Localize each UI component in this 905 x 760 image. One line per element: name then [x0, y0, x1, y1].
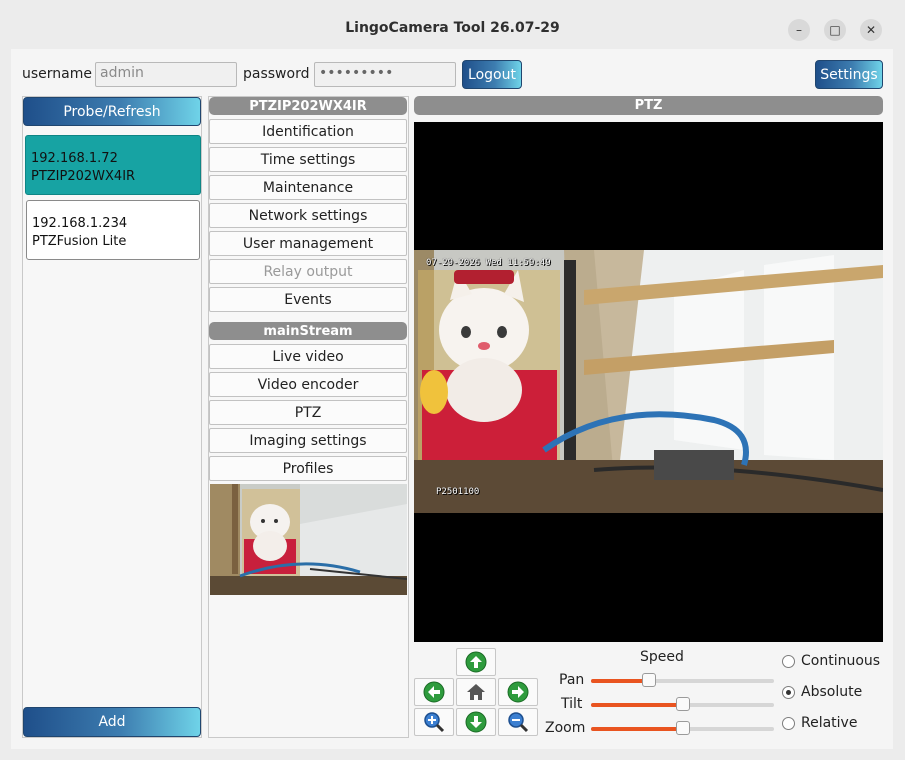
device-model: PTZFusion Lite — [32, 234, 127, 249]
left-arrow-icon — [423, 681, 445, 703]
zoom-out-button[interactable] — [498, 708, 538, 736]
logout-button[interactable]: Logout — [462, 60, 522, 89]
device-ip: 192.168.1.72 — [31, 151, 118, 166]
menu-maintenance[interactable]: Maintenance — [209, 175, 407, 200]
password-field[interactable]: ••••••••• — [314, 62, 456, 87]
tilt-down-button[interactable] — [456, 708, 496, 736]
zoom-in-icon — [424, 712, 445, 733]
mode-absolute-radio[interactable] — [782, 686, 795, 699]
title-bar: LingoCamera Tool 26.07-29 – □ ✕ — [0, 0, 905, 48]
pan-right-button[interactable] — [498, 678, 538, 706]
thumbnail-scene — [210, 484, 407, 595]
speed-label: Speed — [640, 649, 684, 665]
zoom-label: Zoom — [545, 720, 586, 736]
menu-time-settings[interactable]: Time settings — [209, 147, 407, 172]
zoom-out-icon — [508, 712, 529, 733]
menu-relay-output: Relay output — [209, 259, 407, 284]
down-arrow-icon — [465, 711, 487, 733]
menu-network-settings[interactable]: Network settings — [209, 203, 407, 228]
mode-absolute-label[interactable]: Absolute — [801, 684, 862, 700]
zoom-speed-slider[interactable] — [591, 721, 774, 735]
tilt-up-button[interactable] — [456, 648, 496, 676]
menu-video-encoder[interactable]: Video encoder — [209, 372, 407, 397]
zoom-slider-fill — [591, 727, 683, 731]
camera-scene — [414, 250, 883, 513]
home-button[interactable] — [456, 678, 496, 706]
settings-button[interactable]: Settings — [815, 60, 883, 89]
username-field[interactable]: admin — [95, 62, 237, 87]
probe-refresh-button[interactable]: Probe/Refresh — [23, 97, 201, 126]
password-label: password — [243, 66, 310, 82]
up-arrow-icon — [465, 651, 487, 673]
add-device-button[interactable]: Add — [23, 707, 201, 737]
tilt-slider-fill — [591, 703, 683, 707]
pan-speed-slider[interactable] — [591, 673, 774, 687]
stream-thumbnail[interactable] — [210, 484, 407, 595]
device-menu-header: PTZIP202WX4IR — [209, 97, 407, 115]
ptz-header: PTZ — [414, 96, 883, 115]
menu-imaging-settings[interactable]: Imaging settings — [209, 428, 407, 453]
mode-continuous-radio[interactable] — [782, 655, 795, 668]
stream-menu-header: mainStream — [209, 322, 407, 340]
menu-user-management[interactable]: User management — [209, 231, 407, 256]
osd-timestamp: 07-29-2026 Wed 11:59:49 — [426, 258, 551, 268]
right-arrow-icon — [507, 681, 529, 703]
osd-camera-name: P2501100 — [436, 487, 480, 497]
device-ip: 192.168.1.234 — [32, 216, 128, 231]
minimize-icon: – — [796, 23, 802, 37]
pan-slider-handle[interactable] — [642, 673, 656, 687]
zoom-in-button[interactable] — [414, 708, 454, 736]
close-button[interactable]: ✕ — [860, 19, 882, 41]
tilt-speed-slider[interactable] — [591, 697, 774, 711]
device-item[interactable]: 192.168.1.234 PTZFusion Lite — [26, 200, 200, 260]
tilt-slider-handle[interactable] — [676, 697, 690, 711]
mode-relative-label[interactable]: Relative — [801, 715, 857, 731]
minimize-button[interactable]: – — [788, 19, 810, 41]
mode-relative-radio[interactable] — [782, 717, 795, 730]
close-icon: ✕ — [865, 23, 877, 37]
home-icon — [467, 684, 485, 700]
menu-profiles[interactable]: Profiles — [209, 456, 407, 481]
device-model: PTZIP202WX4IR — [31, 169, 136, 184]
live-video-view[interactable]: 07-29-2026 Wed 11:59:49 P2501100 — [414, 122, 883, 642]
camera-feed: 07-29-2026 Wed 11:59:49 P2501100 — [414, 250, 883, 513]
menu-live-video[interactable]: Live video — [209, 344, 407, 369]
mode-continuous-label[interactable]: Continuous — [801, 653, 880, 669]
maximize-button[interactable]: □ — [824, 19, 846, 41]
menu-events[interactable]: Events — [209, 287, 407, 312]
menu-identification[interactable]: Identification — [209, 119, 407, 144]
window-title: LingoCamera Tool 26.07-29 — [345, 20, 560, 36]
pan-slider-fill — [591, 679, 649, 683]
username-label: username — [22, 66, 92, 82]
pan-label: Pan — [559, 672, 585, 688]
zoom-slider-handle[interactable] — [676, 721, 690, 735]
device-item[interactable]: 192.168.1.72 PTZIP202WX4IR — [25, 135, 201, 195]
tilt-label: Tilt — [561, 696, 583, 712]
pan-left-button[interactable] — [414, 678, 454, 706]
maximize-icon: □ — [829, 23, 841, 37]
menu-ptz[interactable]: PTZ — [209, 400, 407, 425]
